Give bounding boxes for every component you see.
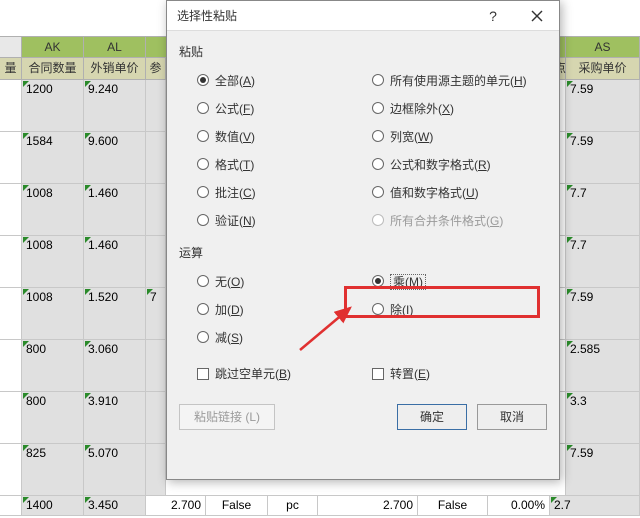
- radio-label: 全部(A): [215, 72, 255, 89]
- paste-radio-F[interactable]: 公式(F): [197, 94, 372, 122]
- radio-icon: [372, 158, 384, 170]
- radio-icon: [197, 130, 209, 142]
- radio-icon: [372, 130, 384, 142]
- field-header-9: 采购单价: [566, 58, 640, 80]
- bottom-row: 1400 3.450 2.700 False pc 2.700 False 0.…: [0, 496, 640, 516]
- radio-label: 列宽(W): [390, 128, 433, 145]
- radio-label: 减(S): [215, 329, 243, 346]
- dialog-title: 选择性粘贴: [177, 7, 471, 24]
- op-radio-S[interactable]: 减(S): [197, 323, 372, 351]
- radio-icon: [197, 102, 209, 114]
- title-bar[interactable]: 选择性粘贴 ?: [167, 1, 559, 31]
- radio-label: 格式(T): [215, 156, 254, 173]
- radio-label: 批注(C): [215, 184, 256, 201]
- transpose-checkbox[interactable]: 转置(E): [372, 365, 547, 382]
- col-header-as[interactable]: AS: [566, 36, 640, 58]
- paste-radio-W[interactable]: 列宽(W): [372, 122, 547, 150]
- paste-special-dialog: 选择性粘贴 ? 粘贴 全部(A) 公式(F) 数值(V) 格式(T) 批注(C) 验证(N…: [166, 0, 560, 480]
- field-header-0: 量: [0, 58, 22, 80]
- group-paste-label: 粘贴: [179, 43, 547, 60]
- paste-radio-H[interactable]: 所有使用源主题的单元(H): [372, 66, 547, 94]
- radio-icon: [197, 74, 209, 86]
- radio-icon: [197, 303, 209, 315]
- radio-label: 公式和数字格式(R): [390, 156, 491, 173]
- paste-radio-G: 所有合并条件格式(G): [372, 206, 547, 234]
- field-header-1: 合同数量: [22, 58, 84, 80]
- field-header-3: 参: [146, 58, 166, 80]
- radio-label: 数值(V): [215, 128, 255, 145]
- paste-radio-V[interactable]: 数值(V): [197, 122, 372, 150]
- radio-label: 加(D): [215, 301, 244, 318]
- paste-radio-X[interactable]: 边框除外(X): [372, 94, 547, 122]
- paste-radio-A[interactable]: 全部(A): [197, 66, 372, 94]
- radio-icon: [197, 331, 209, 343]
- paste-radio-T[interactable]: 格式(T): [197, 150, 372, 178]
- help-button[interactable]: ?: [471, 1, 515, 31]
- paste-radio-N[interactable]: 验证(N): [197, 206, 372, 234]
- checkbox-icon: [372, 368, 384, 380]
- field-header-2: 外销单价: [84, 58, 146, 80]
- paste-radio-U[interactable]: 值和数字格式(U): [372, 178, 547, 206]
- cancel-button[interactable]: 取消: [477, 404, 547, 430]
- radio-icon: [197, 275, 209, 287]
- radio-icon: [372, 74, 384, 86]
- radio-label: 所有合并条件格式(G): [390, 212, 503, 229]
- close-icon: [531, 10, 543, 22]
- radio-icon: [372, 214, 384, 226]
- radio-icon: [372, 102, 384, 114]
- radio-icon: [372, 186, 384, 198]
- radio-icon: [197, 214, 209, 226]
- radio-label: 值和数字格式(U): [390, 184, 479, 201]
- checkbox-icon: [197, 368, 209, 380]
- ok-button[interactable]: 确定: [397, 404, 467, 430]
- paste-radio-R[interactable]: 公式和数字格式(R): [372, 150, 547, 178]
- radio-label: 无(O): [215, 273, 244, 290]
- radio-icon: [197, 158, 209, 170]
- radio-label: 边框除外(X): [390, 100, 454, 117]
- col-header-al[interactable]: AL: [84, 36, 146, 58]
- skip-blanks-checkbox[interactable]: 跳过空单元(B): [179, 365, 372, 382]
- group-op-label: 运算: [179, 244, 547, 261]
- radio-label: 验证(N): [215, 212, 256, 229]
- paste-link-button: 粘贴链接 (L): [179, 404, 275, 430]
- col-header-ak[interactable]: AK: [22, 36, 84, 58]
- paste-radio-C[interactable]: 批注(C): [197, 178, 372, 206]
- col-header-blank[interactable]: [0, 36, 22, 58]
- radio-label: 公式(F): [215, 100, 254, 117]
- radio-icon: [197, 186, 209, 198]
- close-button[interactable]: [515, 1, 559, 31]
- radio-label: 所有使用源主题的单元(H): [390, 72, 527, 89]
- highlight-box: [344, 286, 540, 318]
